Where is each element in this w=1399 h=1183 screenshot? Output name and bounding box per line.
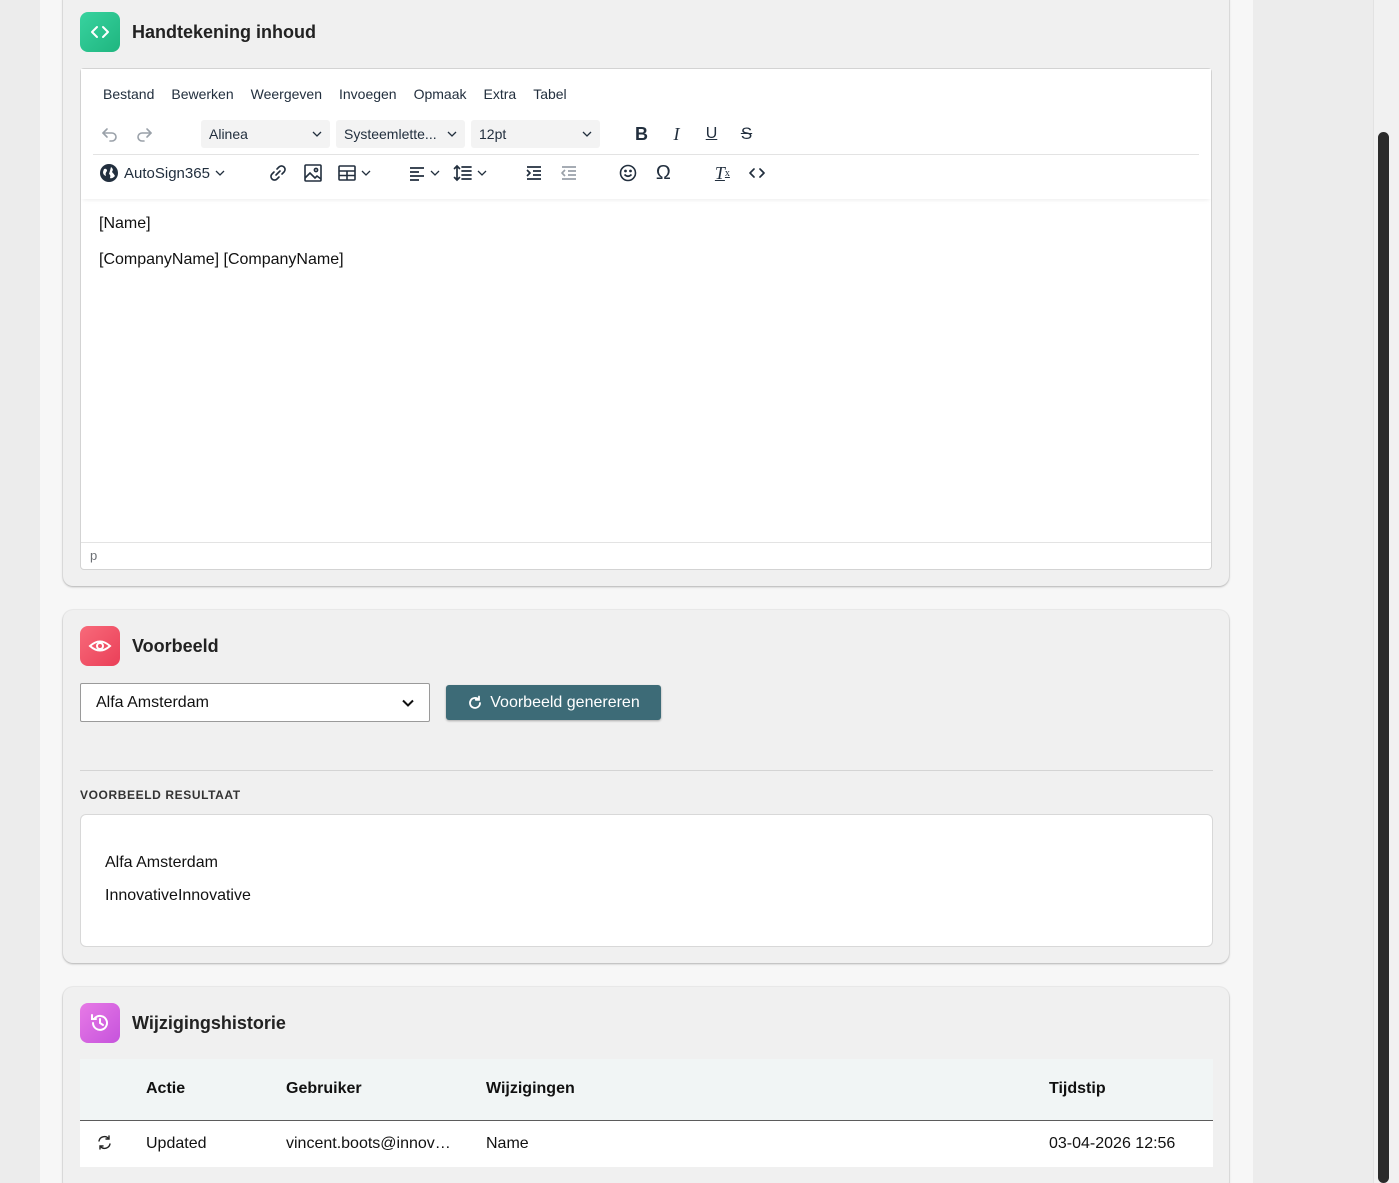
card-header: Handtekening inhoud <box>80 12 316 52</box>
chevron-down-icon <box>582 131 592 137</box>
chevron-down-icon <box>430 170 440 176</box>
refresh-icon <box>469 695 482 709</box>
redo-icon[interactable] <box>127 119 161 149</box>
menu-opmaak[interactable]: Opmaak <box>414 86 467 102</box>
autosign-label: AutoSign365 <box>124 164 210 182</box>
chevron-down-icon <box>477 170 487 176</box>
editor-statusbar: p <box>81 542 1211 569</box>
font-family-select[interactable]: Systeemlette... <box>336 120 465 148</box>
editor-menubar: Bestand Bewerken Weergeven Invoegen Opma… <box>103 86 584 102</box>
rich-text-editor[interactable]: Bestand Bewerken Weergeven Invoegen Opma… <box>80 68 1212 570</box>
chevron-down-icon <box>312 131 322 137</box>
table-header: Actie Gebruiker Wijzigingen Tijdstip <box>80 1059 1213 1121</box>
chevron-down-icon <box>402 699 414 707</box>
element-path[interactable]: p <box>90 548 97 563</box>
link-icon[interactable] <box>261 158 296 188</box>
result-line: InnovativeInnovative <box>105 887 251 904</box>
toolbar-row-2: AutoSign365 Ω T x <box>93 158 775 188</box>
column-header-action[interactable]: Actie <box>146 1080 185 1098</box>
generate-preview-button[interactable]: Voorbeeld genereren <box>446 685 661 720</box>
undo-icon[interactable] <box>93 119 127 149</box>
italic-icon[interactable]: I <box>659 119 694 149</box>
column-header-changes[interactable]: Wijzigingen <box>486 1080 575 1098</box>
sync-icon <box>98 1135 111 1150</box>
column-header-user[interactable]: Gebruiker <box>286 1080 362 1098</box>
font-size-select[interactable]: 12pt <box>471 120 600 148</box>
clear-formatting-icon[interactable]: Tx <box>705 158 740 188</box>
card-header: Wijzigingshistorie <box>80 1003 286 1043</box>
emoji-icon[interactable] <box>611 158 646 188</box>
indent-icon[interactable] <box>517 158 552 188</box>
bold-icon[interactable]: B <box>624 119 659 149</box>
row-changes: Name <box>486 1135 529 1152</box>
row-user: vincent.boots@innov… <box>286 1135 451 1152</box>
toolbar-row-1: Alinea Systeemlette... 12pt B I U S <box>93 119 764 149</box>
change-history-card: Wijzigingshistorie Actie Gebruiker Wijzi… <box>63 987 1229 1183</box>
menu-invoegen[interactable]: Invoegen <box>339 86 397 102</box>
globe-icon <box>100 164 118 182</box>
generate-preview-label: Voorbeeld genereren <box>490 693 640 711</box>
card-title: Voorbeeld <box>132 635 219 656</box>
signature-content-card: Handtekening inhoud Bestand Bewerken Wee… <box>63 0 1229 586</box>
column-header-time[interactable]: Tijdstip <box>1049 1080 1106 1098</box>
preview-card: Voorbeeld Alfa Amsterdam Voorbeeld gener… <box>63 610 1229 963</box>
source-code-icon[interactable] <box>740 158 775 188</box>
eye-icon <box>80 626 120 666</box>
menu-bestand[interactable]: Bestand <box>103 86 154 102</box>
outdent-icon[interactable] <box>552 158 587 188</box>
underline-icon[interactable]: U <box>694 119 729 149</box>
block-format-value: Alinea <box>209 126 248 142</box>
history-icon <box>80 1003 120 1043</box>
editor-content[interactable]: [Name] [CompanyName] [CompanyName] <box>99 215 344 287</box>
menu-extra[interactable]: Extra <box>484 86 517 102</box>
chevron-down-icon <box>447 131 457 137</box>
company-select-value: Alfa Amsterdam <box>96 693 209 711</box>
row-time: 03-04-2026 12:56 <box>1049 1135 1176 1152</box>
line-height-icon[interactable] <box>447 158 493 188</box>
menu-tabel[interactable]: Tabel <box>533 86 566 102</box>
toolbar-divider <box>93 154 1199 155</box>
content-line-company: [CompanyName] [CompanyName] <box>99 251 344 268</box>
image-icon[interactable] <box>296 158 331 188</box>
company-select[interactable]: Alfa Amsterdam <box>80 683 430 722</box>
table-icon[interactable] <box>331 158 377 188</box>
font-size-value: 12pt <box>479 126 507 142</box>
strikethrough-icon[interactable]: S <box>729 119 764 149</box>
chevron-down-icon <box>215 170 225 176</box>
preview-result-box: Alfa Amsterdam InnovativeInnovative <box>80 814 1213 947</box>
special-character-icon[interactable]: Ω <box>646 158 681 188</box>
row-action: Updated <box>146 1135 207 1152</box>
scrollbar-thumb[interactable] <box>1378 132 1389 1183</box>
preview-result-heading: VOORBEELD RESULTAAT <box>80 788 241 802</box>
content-line-name: [Name] <box>99 215 151 232</box>
menu-bewerken[interactable]: Bewerken <box>171 86 233 102</box>
card-header: Voorbeeld <box>80 626 219 666</box>
chevron-down-icon <box>361 170 371 176</box>
editor-header: Bestand Bewerken Weergeven Invoegen Opma… <box>81 69 1211 199</box>
align-left-icon[interactable] <box>401 158 447 188</box>
code-icon <box>80 12 120 52</box>
block-format-select[interactable]: Alinea <box>201 120 330 148</box>
card-title: Handtekening inhoud <box>132 21 316 42</box>
result-line: Alfa Amsterdam <box>105 854 218 871</box>
menu-weergeven[interactable]: Weergeven <box>251 86 322 102</box>
section-divider <box>80 770 1213 771</box>
font-family-value: Systeemlette... <box>344 126 437 142</box>
history-table: Actie Gebruiker Wijzigingen Tijdstip Upd… <box>80 1059 1213 1167</box>
card-title: Wijzigingshistorie <box>132 1012 286 1033</box>
autosign-menu-button[interactable]: AutoSign365 <box>93 158 225 188</box>
